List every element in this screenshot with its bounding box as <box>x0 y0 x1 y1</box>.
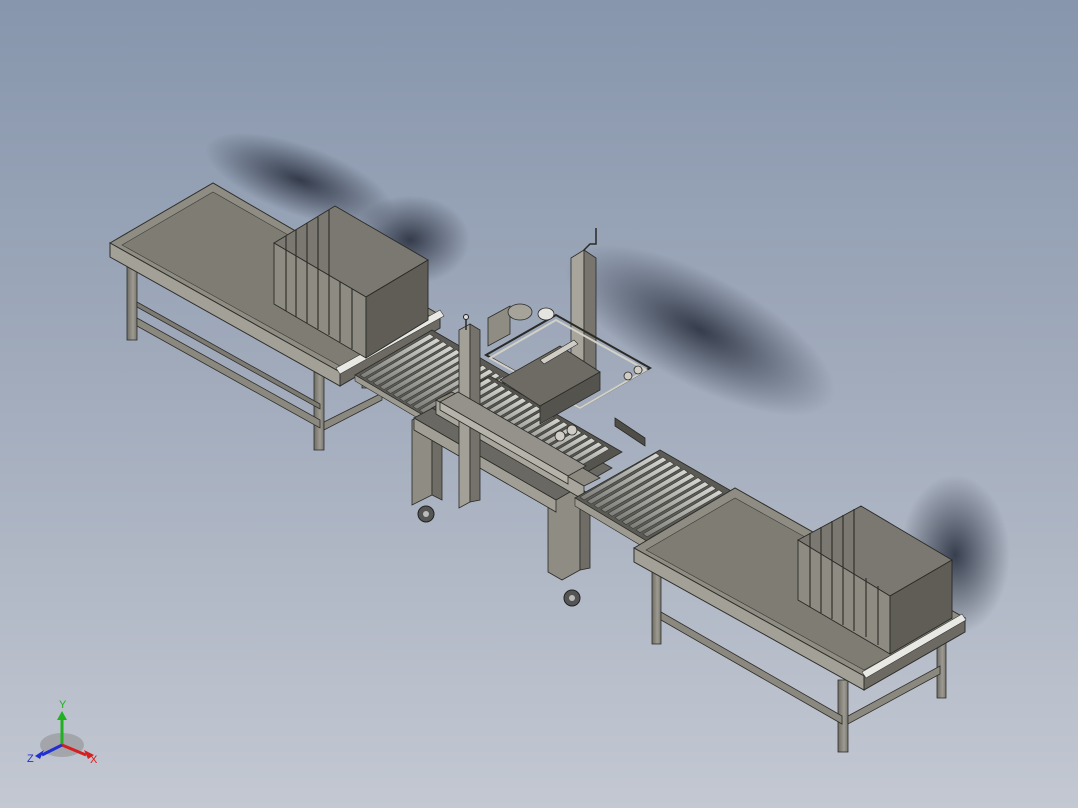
orientation-triad[interactable]: Y X Z <box>27 699 98 766</box>
x-axis-label: X <box>90 754 98 766</box>
y-axis-label: Y <box>59 699 67 711</box>
graphics-viewport[interactable]: Y X Z <box>0 0 1078 808</box>
y-axis-arrowhead <box>57 711 67 720</box>
z-axis-label: Z <box>27 753 34 765</box>
model-view[interactable]: Y X Z <box>0 0 1078 808</box>
